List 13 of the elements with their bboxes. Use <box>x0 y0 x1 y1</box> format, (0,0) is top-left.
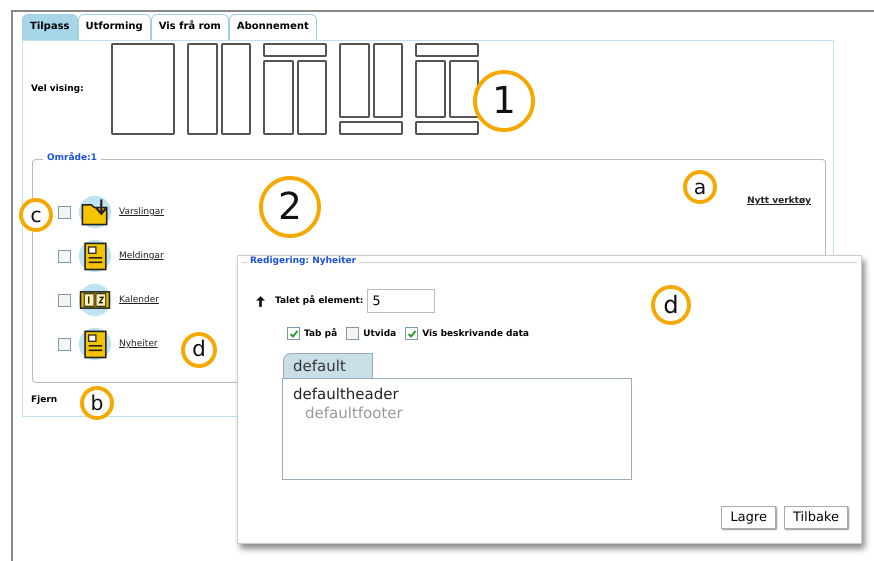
callout-marker: d <box>181 332 217 368</box>
option-label: Tab på <box>304 328 338 338</box>
layout-label: Vel vising: <box>31 84 85 94</box>
area-title: Område:1 <box>43 153 101 163</box>
dialog-title: Redigering: Nyheiter <box>247 256 360 266</box>
callout-marker: c <box>19 198 53 232</box>
option-label: Vis beskrivande data <box>422 328 529 338</box>
callout-marker: b <box>80 386 114 420</box>
count-label: Talet på element: <box>275 296 364 306</box>
callout-marker: a <box>683 170 717 204</box>
callout-marker: 2 <box>259 176 321 238</box>
callout-marker: 1 <box>473 70 535 132</box>
option-label: Utvida <box>363 328 396 338</box>
